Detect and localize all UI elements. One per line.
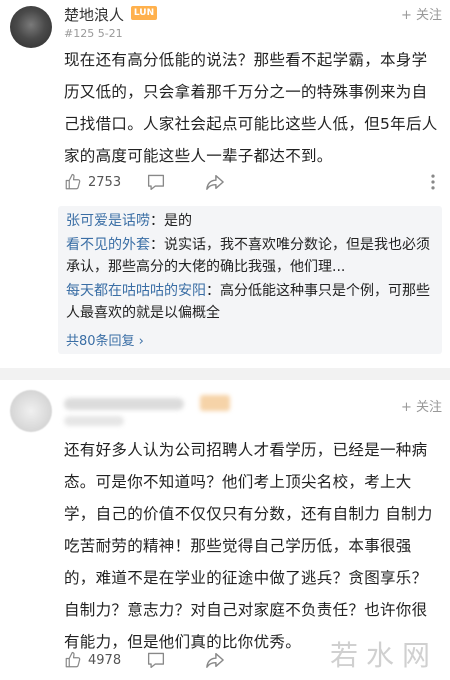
like-button[interactable]: 2753 <box>64 170 121 194</box>
like-count: 2753 <box>88 174 122 190</box>
comment-divider <box>0 368 450 380</box>
more-icon <box>424 173 442 191</box>
more-button[interactable] <box>424 170 442 194</box>
level-badge: LUN <box>131 6 157 20</box>
share-button[interactable] <box>204 648 226 672</box>
reply-author[interactable]: 看不见的外套 <box>66 237 150 253</box>
comment-card: 楚地浪人 LUN #125 5-21 + 关注 现在还有高分低能的说法？那些看不… <box>0 0 450 368</box>
reply-button[interactable] <box>146 648 166 672</box>
comment-actions: 2753 <box>64 170 442 194</box>
avatar[interactable] <box>10 6 52 48</box>
reply-item[interactable]: 张可爱是话唠：是的 <box>66 210 434 232</box>
avatar[interactable] <box>10 390 52 432</box>
share-button[interactable] <box>204 170 226 194</box>
comment-body: 还有好多人认为公司招聘人才看学历，已经是一种病态。可是你不知道吗？他们考上顶尖名… <box>64 441 433 651</box>
reply-preview-box[interactable]: 张可爱是话唠：是的 看不见的外套：说实话，我不喜欢唯分数论，但是我也必须承认，那… <box>58 206 442 354</box>
username[interactable]: 楚地浪人 <box>64 4 124 25</box>
share-icon <box>204 173 226 191</box>
comment-meta: #125 5-21 <box>64 27 123 40</box>
view-all-replies-link[interactable]: 共80条回复 › <box>66 330 144 349</box>
blurred-comment-meta <box>64 416 124 426</box>
blurred-level-badge <box>200 395 230 411</box>
comment-icon <box>146 173 166 191</box>
thumb-up-icon <box>64 173 82 191</box>
reply-item[interactable]: 看不见的外套：说实话，我不喜欢唯分数论，但是我也必须承认，那些高分的大佬的确比我… <box>66 234 434 278</box>
share-icon <box>204 651 226 669</box>
comment-body: 现在还有高分低能的说法？那些看不起学霸，本身学历又低的，只会拿着那千万分之一的特… <box>64 51 438 165</box>
like-count: 4978 <box>88 652 122 668</box>
like-button[interactable]: 4978 <box>64 648 121 672</box>
comment-icon <box>146 651 166 669</box>
blurred-username <box>64 398 184 410</box>
reply-author[interactable]: 张可爱是话唠 <box>66 213 150 229</box>
thumb-up-icon <box>64 651 82 669</box>
reply-item[interactable]: 每天都在咕咕咕的安阳：高分低能这种事只是个例，可那些人最喜欢的就是以偏概全 <box>66 280 434 324</box>
reply-text: ：是的 <box>150 213 192 229</box>
site-watermark: 若水网 <box>329 639 438 672</box>
reply-author[interactable]: 每天都在咕咕咕的安阳 <box>66 283 206 299</box>
reply-button[interactable] <box>146 170 166 194</box>
follow-button[interactable]: + 关注 <box>401 4 442 23</box>
follow-button[interactable]: + 关注 <box>401 396 442 415</box>
